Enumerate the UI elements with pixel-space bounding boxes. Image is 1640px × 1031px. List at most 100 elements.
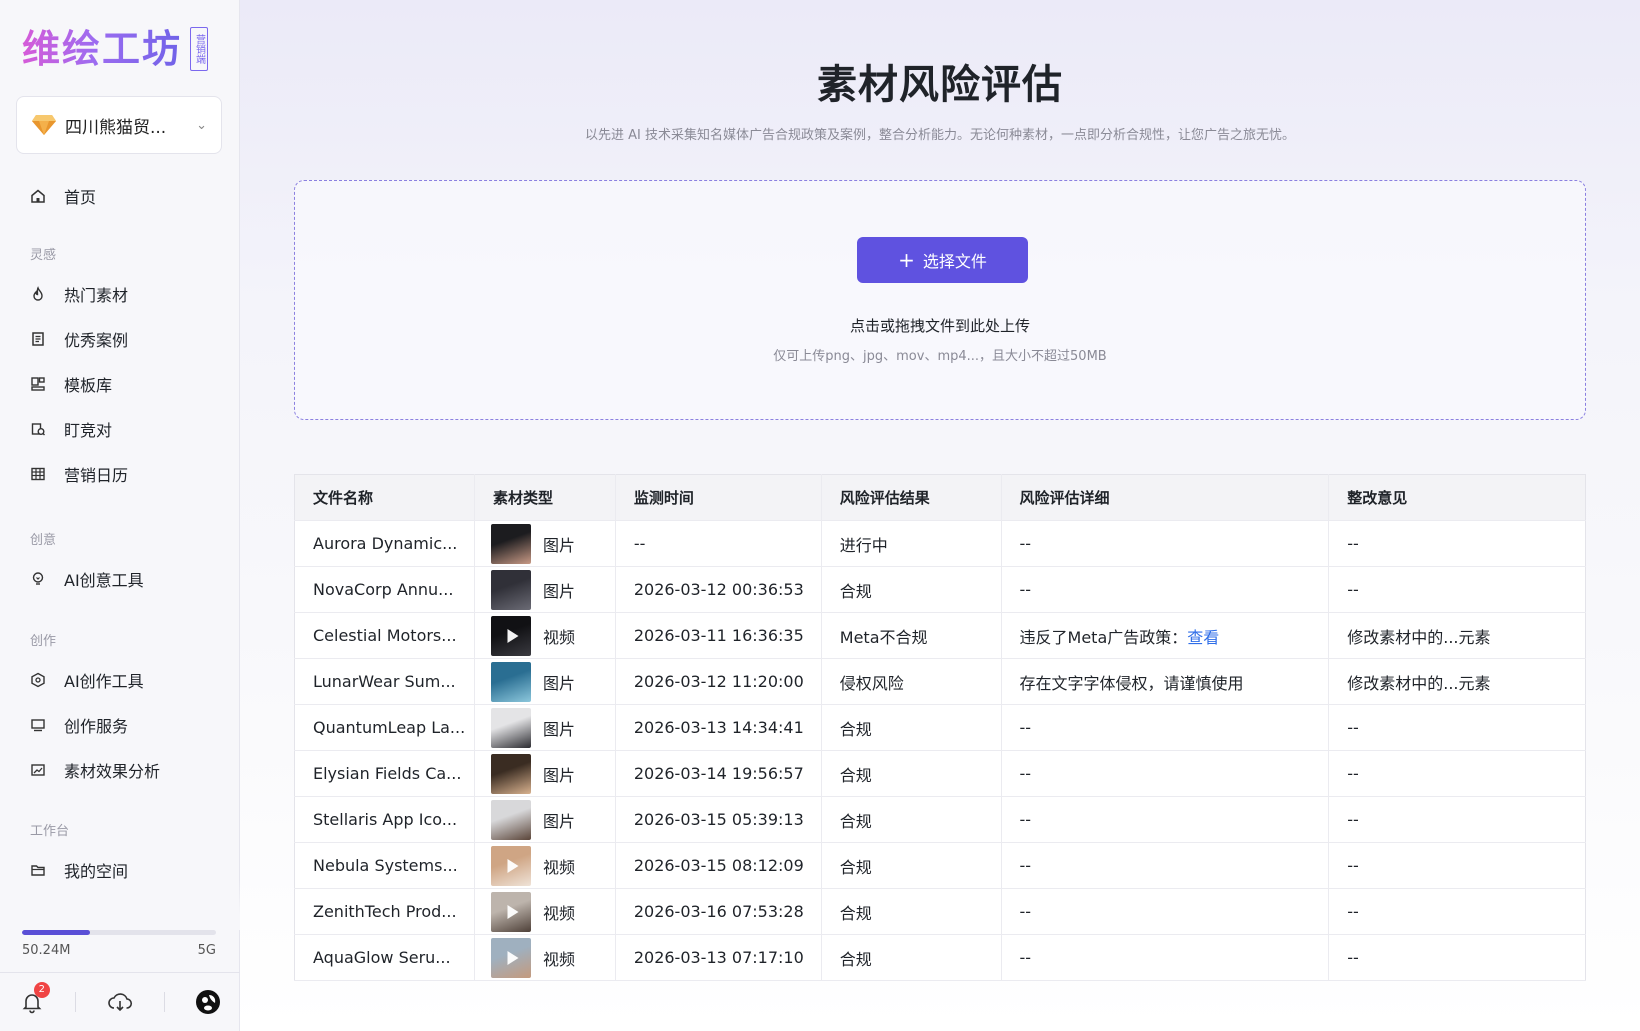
sidebar-item-service[interactable]: 创作服务: [30, 711, 128, 739]
cell-result: 合规: [821, 704, 1002, 751]
cell-filename[interactable]: ZenithTech Prod...: [294, 888, 475, 935]
sidebar-item-cases[interactable]: 优秀案例: [30, 325, 128, 353]
cell-type: 图片: [474, 520, 616, 567]
detail-text: --: [1019, 534, 1032, 553]
sidebar-item-home[interactable]: 首页: [30, 182, 96, 210]
upload-dropzone[interactable]: + 选择文件 点击或拖拽文件到此处上传 仅可上传png、jpg、mov、mp4.…: [294, 180, 1586, 420]
lightbulb-icon: [30, 571, 46, 587]
cell-filename[interactable]: LunarWear Sum...: [294, 658, 475, 705]
column-header-type: 素材类型: [474, 474, 616, 521]
cell-detail: --: [1001, 934, 1330, 981]
cell-advice: --: [1328, 842, 1586, 889]
table-row[interactable]: Celestial Motors... 视频 2026-03-11 16:36:35…: [294, 612, 1586, 659]
image-thumbnail[interactable]: [490, 753, 531, 794]
type-label: 图片: [542, 673, 575, 693]
cell-time: 2026-03-14 19:56:57: [615, 750, 822, 797]
image-thumbnail[interactable]: [490, 661, 531, 702]
chevron-down-icon: ⌄: [196, 117, 207, 133]
template-icon: [30, 376, 46, 392]
storage-usage: 50.24M 5G: [22, 930, 216, 958]
cell-filename[interactable]: Celestial Motors...: [294, 612, 475, 659]
brand-logo[interactable]: 维绘工坊 营销端: [22, 24, 209, 74]
detail-text: --: [1019, 718, 1032, 737]
sidebar-item-ai-create[interactable]: AI创作工具: [30, 666, 144, 694]
cell-advice: --: [1328, 566, 1586, 613]
image-thumbnail[interactable]: [490, 523, 531, 564]
storage-used: 50.24M: [22, 943, 71, 958]
cell-advice: 修改素材中的...元素: [1328, 612, 1586, 659]
cell-filename[interactable]: Nebula Systems...: [294, 842, 475, 889]
cell-advice: --: [1328, 704, 1586, 751]
download-button[interactable]: [100, 982, 140, 1022]
play-icon: [507, 628, 519, 643]
sidebar-item-ai-idea[interactable]: AI创意工具: [30, 565, 144, 593]
cell-filename[interactable]: NovaCorp Annu...: [294, 566, 475, 613]
logo-badge: 营销端: [190, 27, 209, 71]
user-avatar-button[interactable]: [188, 982, 228, 1022]
plus-icon: +: [898, 248, 915, 272]
cell-detail: 存在文字字体侵权，请谨慎使用: [1001, 658, 1330, 705]
table-row[interactable]: ZenithTech Prod... 视频 2026-03-16 07:53:28 合…: [294, 888, 1586, 935]
cell-detail: --: [1001, 842, 1330, 889]
view-policy-link[interactable]: 查看: [1187, 628, 1219, 647]
table-row[interactable]: Stellaris App Ico... 图片 2026-03-15 05:39:1…: [294, 796, 1586, 843]
video-thumbnail[interactable]: [490, 937, 531, 978]
storage-total: 5G: [197, 943, 216, 958]
cell-type: 视频: [474, 612, 616, 659]
page-subtitle: 以先进 AI 技术采集知名媒体广告合规政策及案例，整合分析能力。无论何种素材，一…: [585, 128, 1295, 143]
sidebar-item-label: 首页: [64, 188, 97, 207]
cell-type: 视频: [474, 888, 616, 935]
table-row[interactable]: Elysian Fields Ca... 图片 2026-03-14 19:56:5…: [294, 750, 1586, 797]
avatar: [196, 990, 221, 1014]
image-thumbnail[interactable]: [490, 707, 531, 748]
cell-result: 合规: [821, 566, 1002, 613]
detail-text: --: [1019, 856, 1032, 875]
column-header-detail: 风险评估详细: [1001, 474, 1330, 521]
table-row[interactable]: QuantumLeap La... 图片 2026-03-13 14:34:41 合规…: [294, 704, 1586, 751]
image-chart-icon: [30, 762, 46, 778]
cell-time: 2026-03-16 07:53:28: [615, 888, 822, 935]
sidebar-item-competitor[interactable]: 盯竞对: [30, 415, 112, 443]
cell-filename[interactable]: Stellaris App Ico...: [294, 796, 475, 843]
table-row[interactable]: Aurora Dynamic... 图片 -- 进行中 -- --: [294, 520, 1586, 567]
select-file-button[interactable]: + 选择文件: [857, 237, 1028, 283]
type-label: 图片: [542, 719, 575, 739]
sidebar-item-label: 热门素材: [64, 286, 129, 305]
company-name: 四川熊猫贸...: [65, 117, 167, 138]
notifications-button[interactable]: 2: [12, 982, 52, 1022]
cell-time: 2026-03-12 11:20:00: [615, 658, 822, 705]
cell-result: Meta不合规: [821, 612, 1002, 659]
cell-filename[interactable]: Aurora Dynamic...: [294, 520, 475, 567]
calendar-grid-icon: [30, 466, 46, 482]
notification-count-badge: 2: [33, 982, 50, 998]
cell-time: 2026-03-13 07:17:10: [615, 934, 822, 981]
cell-filename[interactable]: AquaGlow Seru...: [294, 934, 475, 981]
sidebar-item-label: 营销日历: [64, 466, 129, 485]
sidebar-item-label: 模板库: [64, 376, 113, 395]
video-thumbnail[interactable]: [490, 615, 531, 656]
cell-advice: --: [1328, 750, 1586, 797]
cell-time: 2026-03-15 08:12:09: [615, 842, 822, 889]
company-switcher[interactable]: 四川熊猫贸... ⌄: [16, 96, 222, 154]
risk-table: 文件名称 素材类型 监测时间 风险评估结果 风险评估详细 整改意见 Aurora…: [294, 474, 1586, 981]
sidebar-item-hot[interactable]: 热门素材: [30, 280, 128, 308]
type-label: 图片: [542, 765, 575, 785]
detail-text: --: [1019, 948, 1032, 967]
video-thumbnail[interactable]: [490, 891, 531, 932]
cell-filename[interactable]: QuantumLeap La...: [294, 704, 475, 751]
video-thumbnail[interactable]: [490, 845, 531, 886]
sidebar-item-analysis[interactable]: 素材效果分析: [30, 756, 160, 784]
table-row[interactable]: LunarWear Sum... 图片 2026-03-12 11:20:00 侵权风…: [294, 658, 1586, 705]
sidebar-item-templates[interactable]: 模板库: [30, 370, 112, 398]
table-row[interactable]: NovaCorp Annu... 图片 2026-03-12 00:36:53 合规 -…: [294, 566, 1586, 613]
main-content: 素材风险评估 以先进 AI 技术采集知名媒体广告合规政策及案例，整合分析能力。无…: [240, 0, 1640, 1031]
table-row[interactable]: AquaGlow Seru... 视频 2026-03-13 07:17:10 合规 -…: [294, 934, 1586, 981]
cell-filename[interactable]: Elysian Fields Ca...: [294, 750, 475, 797]
image-thumbnail[interactable]: [490, 799, 531, 840]
cell-result: 合规: [821, 842, 1002, 889]
image-thumbnail[interactable]: [490, 569, 531, 610]
cell-advice: --: [1328, 888, 1586, 935]
sidebar-item-calendar[interactable]: 营销日历: [30, 460, 128, 488]
cell-type: 图片: [474, 796, 616, 843]
table-row[interactable]: Nebula Systems... 视频 2026-03-15 08:12:09 合规…: [294, 842, 1586, 889]
